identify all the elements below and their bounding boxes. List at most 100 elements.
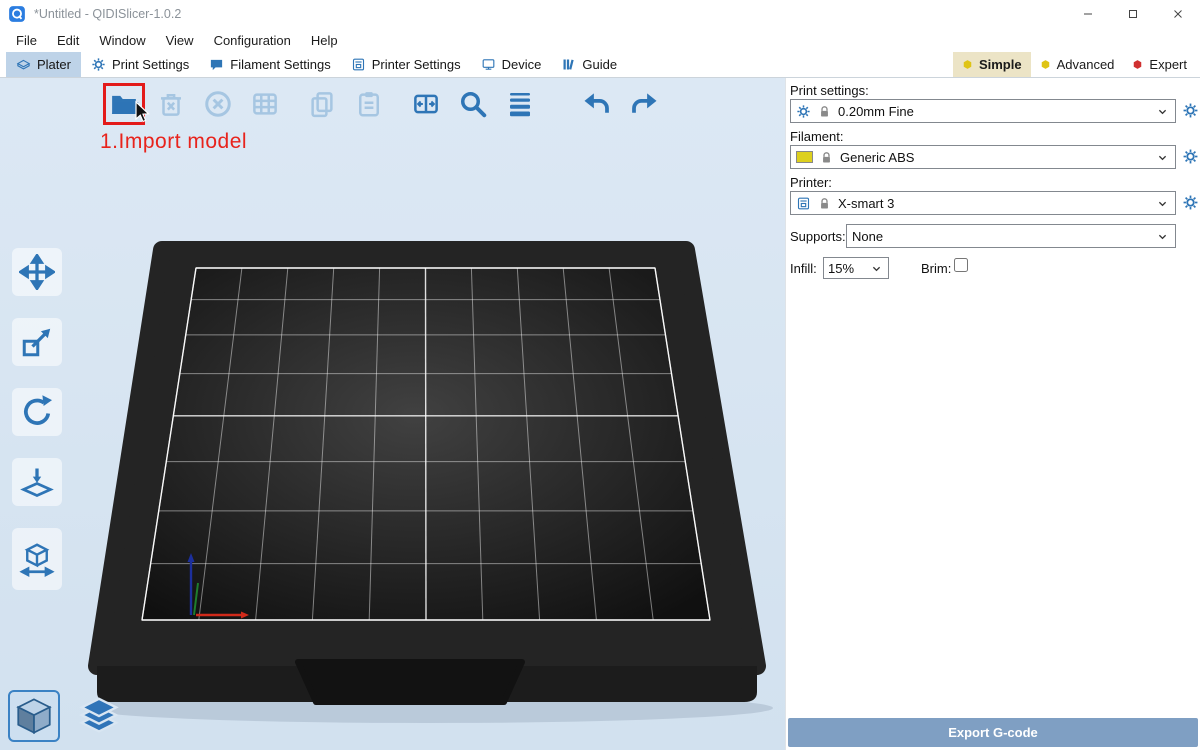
scale-button[interactable] xyxy=(12,318,62,366)
move-button[interactable] xyxy=(12,248,62,296)
print-settings-label: Print settings: xyxy=(790,83,869,98)
filament-select[interactable]: Generic ABS xyxy=(790,145,1176,169)
chevron-down-icon xyxy=(1155,104,1170,119)
menu-window[interactable]: Window xyxy=(89,33,155,48)
menu-view[interactable]: View xyxy=(156,33,204,48)
tab-guide-label: Guide xyxy=(582,57,617,72)
search-button[interactable] xyxy=(455,86,491,122)
mouse-cursor-icon xyxy=(131,100,155,124)
viewport-3d[interactable]: 1.Import model xyxy=(0,78,785,750)
chevron-down-icon xyxy=(1155,229,1170,244)
copy-icon xyxy=(307,89,337,119)
split-objects-button[interactable] xyxy=(408,86,444,122)
print-bed xyxy=(0,78,785,750)
tab-bar: Plater Print Settings Filament Settings … xyxy=(0,52,1200,78)
copy-button[interactable] xyxy=(304,86,340,122)
bed-handle-notch xyxy=(298,662,522,702)
mode-expert[interactable]: Expert xyxy=(1123,52,1196,77)
minimize-icon xyxy=(1082,8,1094,20)
brim-checkbox[interactable] xyxy=(954,258,968,272)
expert-dot-icon xyxy=(1132,59,1143,70)
printer-icon xyxy=(796,196,811,211)
preview-layers-button[interactable] xyxy=(76,694,122,740)
main-area: 1.Import model Print settings: 0.20mm Fi… xyxy=(0,78,1200,750)
tab-plater[interactable]: Plater xyxy=(6,52,81,77)
place-on-face-button[interactable] xyxy=(12,458,62,506)
filament-icon xyxy=(209,57,224,72)
tab-device[interactable]: Device xyxy=(471,52,552,77)
export-gcode-button[interactable]: Export G-code xyxy=(788,718,1198,747)
supports-select[interactable]: None xyxy=(846,224,1176,248)
arrange-button[interactable] xyxy=(247,86,283,122)
supports-value: None xyxy=(852,229,1149,244)
paste-icon xyxy=(354,89,384,119)
infill-value: 15% xyxy=(828,261,865,276)
maximize-icon xyxy=(1127,8,1139,20)
menu-file[interactable]: File xyxy=(6,33,47,48)
print-settings-gear-button[interactable] xyxy=(1182,102,1199,119)
printer-value: X-smart 3 xyxy=(838,196,1149,211)
filament-gear-button[interactable] xyxy=(1182,148,1199,165)
tab-print-settings[interactable]: Print Settings xyxy=(81,52,199,77)
redo-button[interactable] xyxy=(626,86,662,122)
title-bar: *Untitled - QIDISlicer-1.0.2 xyxy=(0,0,1200,28)
guide-icon xyxy=(561,57,576,72)
minimize-button[interactable] xyxy=(1065,0,1110,28)
rotate-button[interactable] xyxy=(12,388,62,436)
measure-button[interactable] xyxy=(12,528,62,590)
close-button[interactable] xyxy=(1155,0,1200,28)
editor-view-button[interactable] xyxy=(8,690,60,742)
tab-print-settings-label: Print Settings xyxy=(112,57,189,72)
view-switcher xyxy=(8,690,122,742)
search-icon xyxy=(458,89,488,119)
printer-icon xyxy=(351,57,366,72)
menu-configuration[interactable]: Configuration xyxy=(204,33,301,48)
filament-value: Generic ABS xyxy=(840,150,1149,165)
undo-icon xyxy=(582,89,612,119)
print-settings-select[interactable]: 0.20mm Fine xyxy=(790,99,1176,123)
undo-button[interactable] xyxy=(579,86,615,122)
lock-icon xyxy=(817,104,832,119)
paste-button[interactable] xyxy=(351,86,387,122)
plater-icon xyxy=(16,57,31,72)
delete-icon xyxy=(156,89,186,119)
print-settings-value: 0.20mm Fine xyxy=(838,104,1149,119)
simple-dot-icon xyxy=(962,59,973,70)
tab-guide[interactable]: Guide xyxy=(551,52,627,77)
settings-panel: Print settings: 0.20mm Fine Filament: Ge… xyxy=(785,78,1200,750)
tab-filament-settings-label: Filament Settings xyxy=(230,57,330,72)
mode-simple[interactable]: Simple xyxy=(953,52,1031,77)
redo-icon xyxy=(629,89,659,119)
mode-advanced[interactable]: Advanced xyxy=(1031,52,1124,77)
maximize-button[interactable] xyxy=(1110,0,1155,28)
window-controls xyxy=(1065,0,1200,28)
plater-toolbar xyxy=(106,86,662,122)
brim-label: Brim: xyxy=(921,261,951,276)
mode-switcher: Simple Advanced Expert xyxy=(953,52,1196,77)
mode-simple-label: Simple xyxy=(979,57,1022,72)
menu-edit[interactable]: Edit xyxy=(47,33,89,48)
menu-help[interactable]: Help xyxy=(301,33,348,48)
lock-icon xyxy=(817,196,832,211)
arrange-icon xyxy=(250,89,280,119)
menu-bar: File Edit Window View Configuration Help xyxy=(0,28,1200,52)
variable-layer-height-button[interactable] xyxy=(502,86,538,122)
window-title: *Untitled - QIDISlicer-1.0.2 xyxy=(34,7,181,21)
tab-filament-settings[interactable]: Filament Settings xyxy=(199,52,340,77)
chevron-down-icon xyxy=(869,261,884,276)
printer-gear-button[interactable] xyxy=(1182,194,1199,211)
device-icon xyxy=(481,57,496,72)
infill-select[interactable]: 15% xyxy=(823,257,889,279)
lock-icon xyxy=(819,150,834,165)
delete-all-button[interactable] xyxy=(200,86,236,122)
variable-layer-height-icon xyxy=(505,89,535,119)
printer-select[interactable]: X-smart 3 xyxy=(790,191,1176,215)
tab-device-label: Device xyxy=(502,57,542,72)
app-icon xyxy=(8,5,26,23)
supports-label: Supports: xyxy=(790,229,846,244)
delete-button[interactable] xyxy=(153,86,189,122)
filament-color-swatch xyxy=(796,151,813,163)
tab-plater-label: Plater xyxy=(37,57,71,72)
move-icon xyxy=(19,254,55,290)
tab-printer-settings[interactable]: Printer Settings xyxy=(341,52,471,77)
